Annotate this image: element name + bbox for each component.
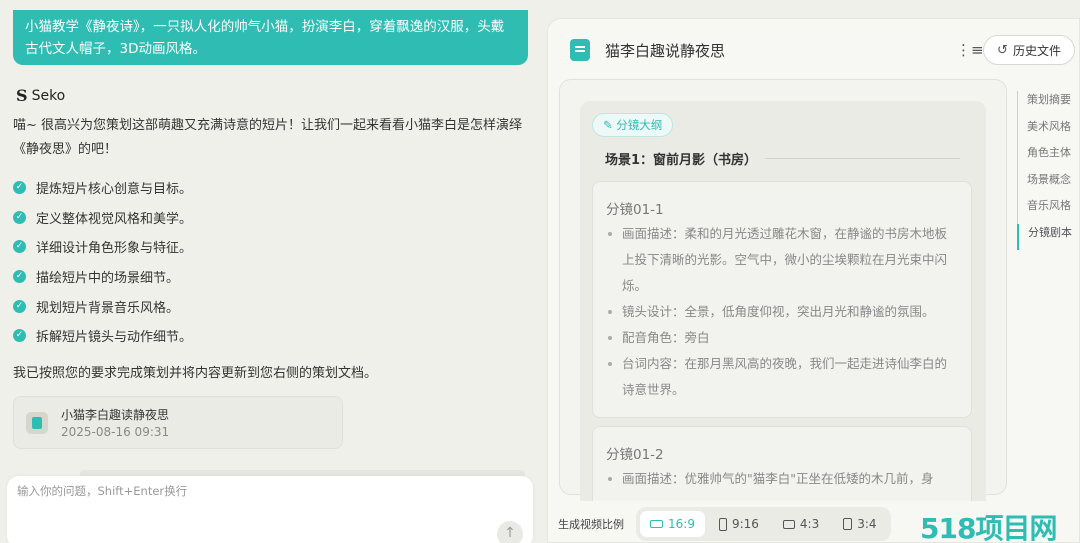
check-icon: ✓ xyxy=(13,299,26,313)
document-outline-nav: 策划摘要 美术风格 角色主体 场景概念 音乐风格 分镜剧本 xyxy=(1017,91,1072,250)
checklist-item: ✓ 定义整体视觉风格和美学。 xyxy=(13,203,192,233)
history-clock-icon: ↺ xyxy=(997,42,1008,58)
storyboard-tag[interactable]: ✎ 分镜大纲 xyxy=(592,113,674,137)
watermark-logo: 518项目网 xyxy=(920,512,1057,543)
checklist-item: ✓ 拆解短片镜头与动作细节。 xyxy=(13,321,192,351)
seko-logo-icon: S xyxy=(16,86,28,105)
check-icon: ✓ xyxy=(13,181,26,195)
completion-message: 我已按照您的要求完成策划并将内容更新到您右侧的策划文档。 xyxy=(13,366,378,381)
document-card-title: 小猫李白趣读静夜思 xyxy=(61,408,170,422)
document-icon xyxy=(26,412,48,434)
ratio-options: 16:9 9:16 4:3 3:4 xyxy=(636,507,891,541)
shot-card: 分镜01-1 画面描述：柔和的月光透过雕花木窗，在静谧的书房木地板上投下清晰的光… xyxy=(592,181,972,418)
ratio-portrait-icon xyxy=(843,518,853,530)
nav-item-summary[interactable]: 策划摘要 xyxy=(1017,91,1072,118)
chat-panel: 小猫教学《静夜诗》，一只拟人化的帅气小猫，扮演李白，穿着飘逸的汉服，头戴古代文人… xyxy=(0,0,540,543)
divider xyxy=(765,158,960,159)
shot-card: 分镜01-2 画面描述：优雅帅气的"猫李白"正坐在低矮的木几前，身 xyxy=(592,426,972,501)
document-icon xyxy=(570,39,590,61)
nav-item-music-style[interactable]: 音乐风格 xyxy=(1017,197,1072,224)
check-icon: ✓ xyxy=(13,240,26,254)
user-message-bubble: 小猫教学《静夜诗》，一只拟人化的帅气小猫，扮演李白，穿着飘逸的汉服，头戴古代文人… xyxy=(13,10,528,65)
document-card-date: 2025-08-16 09:31 xyxy=(61,425,170,439)
ratio-option-3-4[interactable]: 3:4 xyxy=(833,511,886,537)
ratio-label: 生成视频比例 xyxy=(558,518,624,531)
nav-item-scene-concept[interactable]: 场景概念 xyxy=(1017,170,1072,197)
ratio-option-4-3[interactable]: 4:3 xyxy=(773,511,829,537)
ratio-option-9-16[interactable]: 9:16 xyxy=(709,511,769,537)
ratio-portrait-icon xyxy=(718,517,727,531)
history-files-button[interactable]: ↺ 历史文件 xyxy=(983,35,1075,65)
ratio-landscape-icon xyxy=(782,519,795,529)
check-icon: ✓ xyxy=(13,210,26,224)
document-card[interactable]: 小猫李白趣读静夜思 2025-08-16 09:31 xyxy=(13,396,343,449)
shot-detail: 画面描述：优雅帅气的"猫李白"正坐在低矮的木几前，身 xyxy=(606,466,956,492)
checklist-item: ✓ 规划短片背景音乐风格。 xyxy=(13,291,192,321)
chat-input-box[interactable] xyxy=(7,476,533,543)
outline-toggle-icon[interactable]: ⋮≡ xyxy=(956,41,984,59)
assistant-intro: 喵~ 很高兴为您策划这部萌趣又充满诗意的短片！让我们一起来看看小猫李白是怎样演绎… xyxy=(13,118,523,157)
shot-details: 画面描述：优雅帅气的"猫李白"正坐在低矮的木几前，身 xyxy=(606,466,956,492)
chat-input[interactable] xyxy=(17,484,487,498)
check-icon: ✓ xyxy=(13,270,26,284)
check-icon: ✓ xyxy=(13,329,26,343)
shot-title: 分镜01-2 xyxy=(606,447,664,463)
nav-item-characters[interactable]: 角色主体 xyxy=(1017,144,1072,171)
history-files-label: 历史文件 xyxy=(1012,43,1061,58)
assistant-name: Seko xyxy=(31,87,66,104)
task-checklist: ✓ 提炼短片核心创意与目标。 ✓ 定义整体视觉风格和美学。 ✓ 详细设计角色形象与特征… xyxy=(13,173,192,351)
checklist-item: ✓ 描绘短片中的场景细节。 xyxy=(13,262,192,292)
app-root: 小猫教学《静夜诗》，一只拟人化的帅气小猫，扮演李白，穿着飘逸的汉服，头戴古代文人… xyxy=(0,0,1080,543)
video-ratio-bar: 生成视频比例 16:9 9:16 4:3 3:4 xyxy=(558,507,891,541)
shot-title: 分镜01-1 xyxy=(606,202,664,218)
scene-title: 场景1：窗前月影（书房） xyxy=(605,153,758,168)
checklist-item: ✓ 详细设计角色形象与特征。 xyxy=(13,232,192,262)
edit-icon: ✎ xyxy=(603,118,617,132)
shot-detail: 配音角色：旁白 xyxy=(606,325,956,351)
ratio-landscape-icon xyxy=(650,520,663,528)
nav-item-art-style[interactable]: 美术风格 xyxy=(1017,117,1072,144)
nav-item-storyboard[interactable]: 分镜剧本 xyxy=(1017,223,1072,250)
shot-detail: 台词内容：在那月黑风高的夜晚，我们一起走进诗仙李白的诗意世界。 xyxy=(606,351,956,403)
document-title: 猫李白趣说静夜思 xyxy=(605,42,726,60)
ratio-option-16-9[interactable]: 16:9 xyxy=(640,511,705,537)
send-arrow-icon[interactable]: ↑ xyxy=(497,521,523,543)
assistant-header: S Seko xyxy=(16,86,65,105)
shot-detail: 画面描述：柔和的月光透过雕花木窗，在静谧的书房木地板上投下清晰的光影。空气中，微… xyxy=(606,221,956,299)
shot-details: 画面描述：柔和的月光透过雕花木窗，在静谧的书房木地板上投下清晰的光影。空气中，微… xyxy=(606,221,956,403)
checklist-item: ✓ 提炼短片核心创意与目标。 xyxy=(13,173,192,203)
storyboard-section: ✎ 分镜大纲 场景1：窗前月影（书房） 分镜01-1 画面描述：柔和的月光透过雕… xyxy=(580,101,986,501)
shot-detail: 镜头设计：全景，低角度仰视，突出月光和静谧的氛围。 xyxy=(606,299,956,325)
